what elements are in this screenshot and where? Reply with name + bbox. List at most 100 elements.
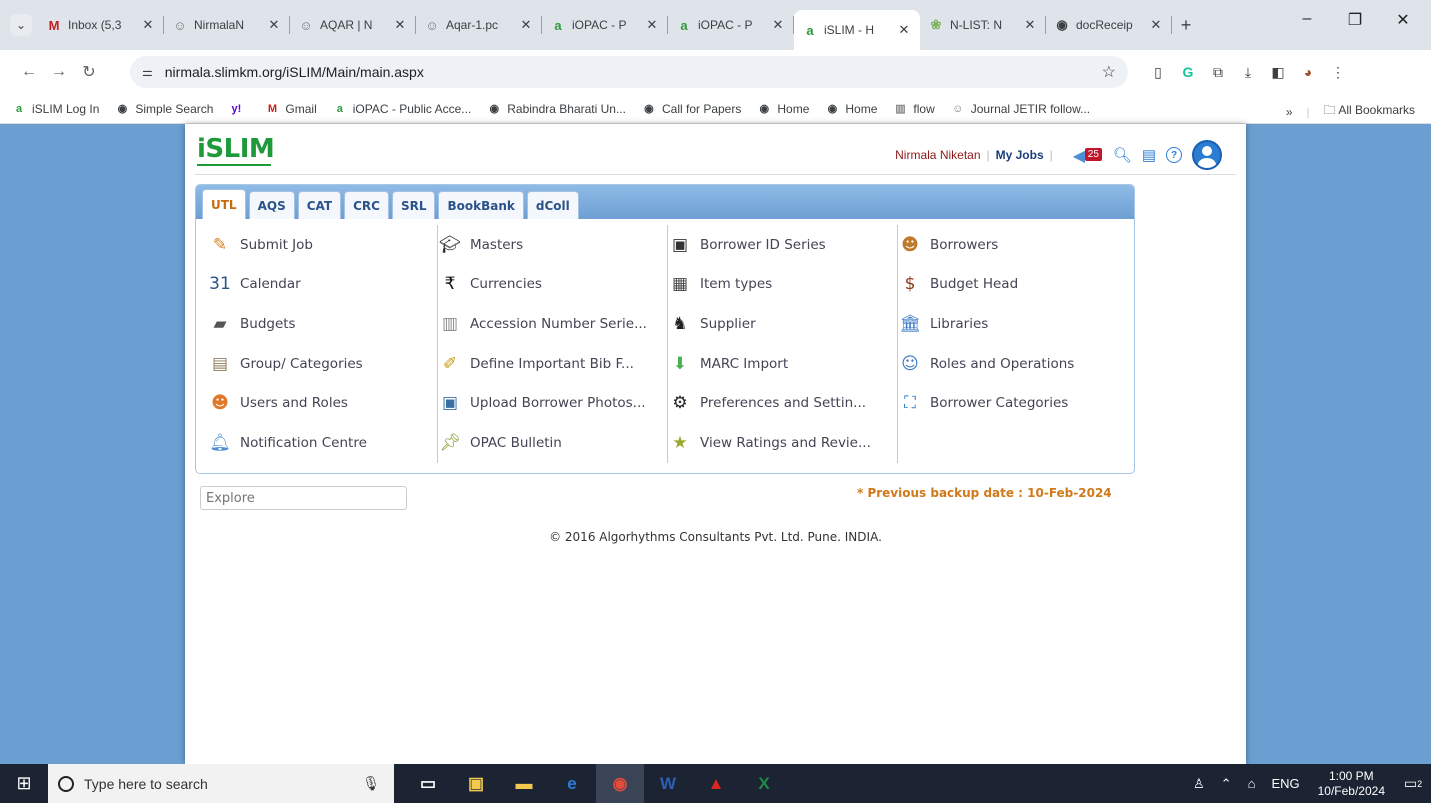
restore-icon[interactable]: ❐ [1331,10,1379,30]
menu-item-submit-job[interactable]: ✎ Submit Job [208,225,433,265]
module-tab-srl[interactable]: SRL [391,191,436,219]
bookmark-item[interactable]: ◉ Home [825,102,878,116]
reload-icon[interactable]: ↻ [74,62,104,82]
tab-search-chevron-icon[interactable]: ⌄ [10,14,32,36]
menu-item-notification-centre[interactable]: 🔔︎ Notification Centre [208,423,433,463]
document-icon[interactable]: ▤ [1142,146,1156,164]
chrome-icon[interactable]: ◉ [596,764,644,803]
menu-item-marc-import[interactable]: ⬇ MARC Import [668,344,893,384]
menu-item-define-important-bib-f[interactable]: ✐ Define Important Bib F... [438,344,663,384]
tab-close-icon[interactable]: ✕ [770,17,786,33]
tab-close-icon[interactable]: ✕ [140,17,156,33]
network-icon[interactable]: ⌂ [1248,776,1256,791]
menu-item-opac-bulletin[interactable]: 📌︎ OPAC Bulletin [438,423,663,463]
minimize-icon[interactable]: – [1283,10,1331,30]
browser-tab[interactable]: a iOPAC - P ✕ [668,7,794,43]
tab-close-icon[interactable]: ✕ [392,17,408,33]
user-avatar-icon[interactable] [1192,140,1222,170]
menu-item-masters[interactable]: 🎓︎ Masters [438,225,663,265]
menu-item-supplier[interactable]: ♞ Supplier [668,304,893,344]
action-center-icon[interactable]: ▭ 2 [1395,775,1431,792]
bookmark-item[interactable]: ◉ Rabindra Bharati Un... [487,102,626,116]
profile-avatar-icon[interactable]: ◕ [1298,62,1318,82]
menu-item-borrowers[interactable]: ☻ Borrowers [898,225,1124,265]
clock[interactable]: 1:00 PM 10/Feb/2024 [1318,769,1385,799]
taskbar-search-box[interactable]: Type here to search 🎙︎ [48,764,394,803]
task-view-icon[interactable]: ▭ [404,764,452,803]
tab-close-icon[interactable]: ✕ [644,17,660,33]
menu-item-item-types[interactable]: ▦ Item types [668,265,893,305]
language-indicator[interactable]: ENG [1271,776,1299,791]
bookmark-item[interactable]: ▥ flow [893,102,935,116]
explore-input[interactable] [200,486,407,510]
browser-tab[interactable]: M Inbox (5,3 ✕ [38,7,164,43]
module-tab-aqs[interactable]: AQS [248,191,295,219]
bookmark-item[interactable]: M Gmail [265,102,317,116]
menu-item-borrower-categories[interactable]: ⛶ Borrower Categories [898,383,1124,423]
bookmark-item[interactable]: a iOPAC - Public Acce... [333,102,472,116]
notifications-button[interactable]: ◀ 25 [1073,146,1103,165]
people-icon[interactable]: ♙ [1193,776,1205,792]
help-icon[interactable]: ? [1166,147,1182,163]
menu-item-budgets[interactable]: ▰ Budgets [208,304,433,344]
extensions-icon[interactable]: ⧉ [1208,62,1228,82]
menu-item-libraries[interactable]: 🏛︎ Libraries [898,304,1124,344]
reader-icon[interactable]: ▯ [1148,62,1168,82]
browser-tab[interactable]: ❀ N-LIST: N ✕ [920,7,1046,43]
excel-icon[interactable]: X [740,764,788,803]
bookmark-item[interactable]: ◉ Home [757,102,810,116]
grammarly-icon[interactable]: G [1178,62,1198,82]
my-jobs-link[interactable]: My Jobs [996,148,1044,162]
browser-tab[interactable]: ☺ AQAR | N ✕ [290,7,416,43]
bookmark-star-icon[interactable]: ☆ [1102,62,1116,82]
menu-item-accession-number-serie[interactable]: ▥ Accession Number Serie... [438,304,663,344]
menu-item-preferences-and-settin[interactable]: ⚙ Preferences and Settin... [668,383,893,423]
browser-tab[interactable]: ☺ NirmalaN ✕ [164,7,290,43]
module-tab-crc[interactable]: CRC [344,191,389,219]
tab-close-icon[interactable]: ✕ [1148,17,1164,33]
bookmark-item[interactable]: ☺ Journal JETIR follow... [951,102,1090,116]
menu-item-borrower-id-series[interactable]: ▣ Borrower ID Series [668,225,893,265]
address-bar[interactable]: ⚌ nirmala.slimkm.org/iSLIM/Main/main.asp… [130,56,1128,88]
new-tab-button[interactable]: + [1172,11,1200,39]
browser-tab[interactable]: ◉ docReceip ✕ [1046,7,1172,43]
bookmark-item[interactable]: ◉ Call for Papers [642,102,741,116]
menu-item-group-categories[interactable]: ▤ Group/ Categories [208,344,433,384]
forward-icon[interactable]: → [44,63,74,81]
tab-close-icon[interactable]: ✕ [896,22,912,38]
url-text[interactable]: nirmala.slimkm.org/iSLIM/Main/main.aspx [165,64,424,80]
bookmark-item[interactable]: ◉ Simple Search [115,102,214,116]
module-tab-bookbank[interactable]: BookBank [438,191,524,219]
site-info-icon[interactable]: ⚌ [142,65,153,79]
bookmark-item[interactable]: a iSLIM Log In [12,102,99,116]
menu-kebab-icon[interactable]: ⋮ [1328,62,1348,82]
tab-close-icon[interactable]: ✕ [266,17,282,33]
microphone-icon[interactable]: 🎙︎ [362,775,380,792]
islim-logo[interactable]: iSLIM [197,134,275,166]
module-tab-cat[interactable]: CAT [297,191,342,219]
tab-close-icon[interactable]: ✕ [518,17,534,33]
menu-item-view-ratings-and-revie[interactable]: ★ View Ratings and Revie... [668,423,893,463]
module-tab-dcoll[interactable]: dColl [526,191,579,219]
store-icon[interactable]: ▣ [452,764,500,803]
bookmark-item[interactable]: y! [229,102,249,116]
file-explorer-icon[interactable]: ▬ [500,764,548,803]
menu-item-upload-borrower-photos[interactable]: ▣ Upload Borrower Photos... [438,383,663,423]
menu-item-budget-head[interactable]: $ Budget Head [898,265,1124,305]
close-window-icon[interactable]: ✕ [1379,10,1427,30]
tab-close-icon[interactable]: ✕ [1022,17,1038,33]
windows-start-icon[interactable]: ⊞ [0,764,48,803]
search-icon[interactable]: 🔍︎ [1113,146,1132,164]
module-tab-utl[interactable]: UTL [202,189,246,219]
menu-item-currencies[interactable]: ₹ Currencies [438,265,663,305]
menu-item-calendar[interactable]: 31 Calendar [208,265,433,305]
menu-item-users-and-roles[interactable]: ☻ Users and Roles [208,383,433,423]
acrobat-icon[interactable]: ▲ [692,764,740,803]
back-icon[interactable]: ← [14,63,44,81]
edge-icon[interactable]: e [548,764,596,803]
browser-tab[interactable]: ☺ Aqar-1.pc ✕ [416,7,542,43]
download-icon[interactable]: ⤓ [1238,62,1258,82]
browser-tab[interactable]: a iSLIM - H ✕ [794,10,920,50]
tray-chevron-icon[interactable]: ⌃ [1221,776,1232,792]
all-bookmarks-button[interactable]: 🗀︎ All Bookmarks [1324,101,1415,122]
